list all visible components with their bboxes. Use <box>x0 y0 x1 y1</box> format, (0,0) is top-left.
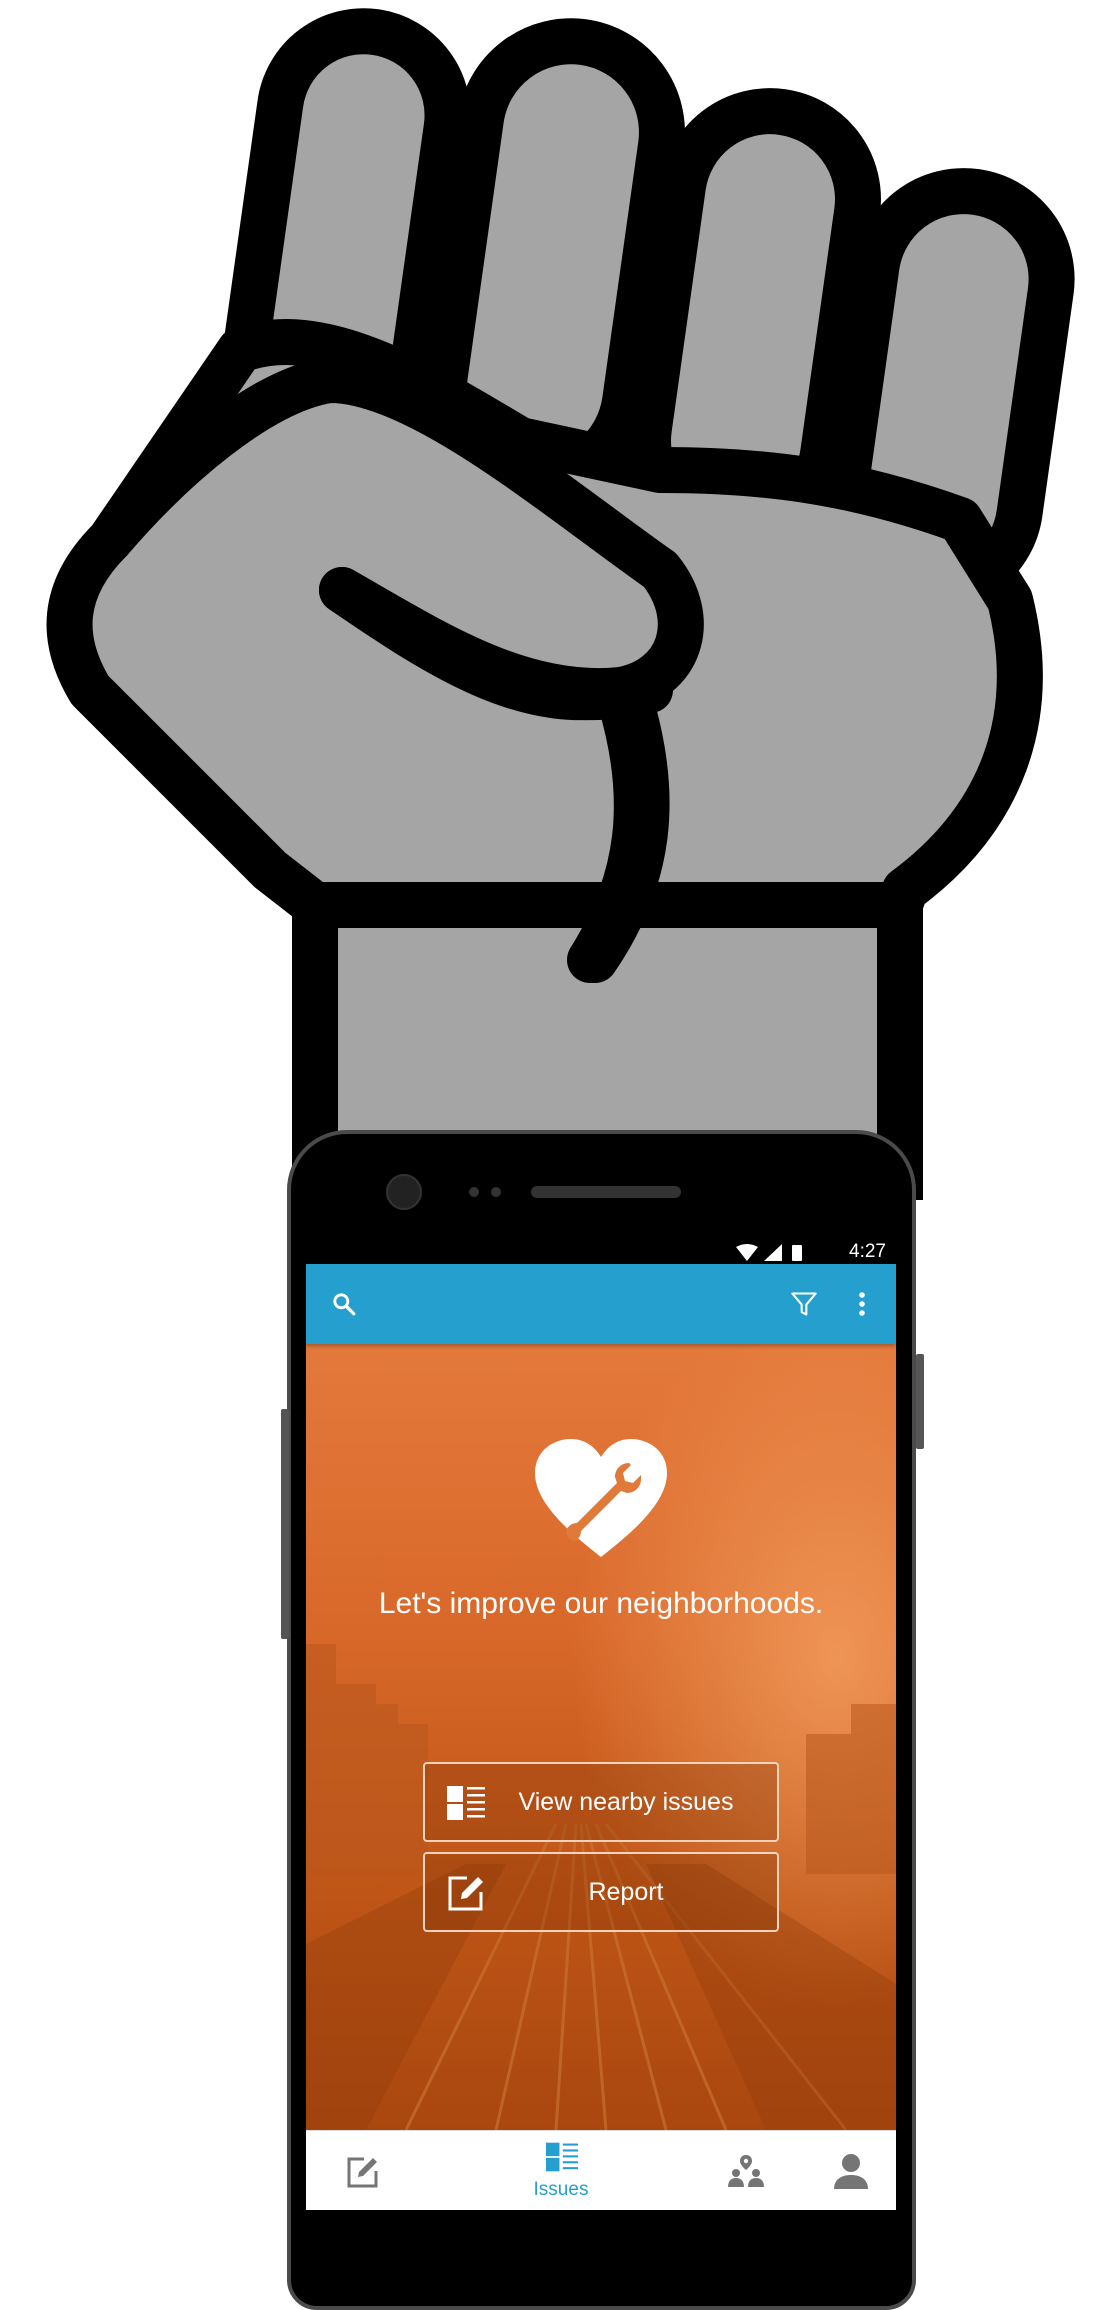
status-time: 4:27 <box>849 1241 886 1262</box>
edit-icon <box>347 2157 378 2188</box>
phone-sensor <box>491 1187 501 1197</box>
phone-sensor <box>469 1187 479 1197</box>
nav-issues-tab[interactable]: Issues <box>486 2131 636 2210</box>
view-nearby-issues-button[interactable]: View nearby issues <box>423 1762 779 1842</box>
phone-volume-button <box>281 1409 289 1639</box>
nav-profile-tab[interactable] <box>806 2131 896 2210</box>
view-nearby-issues-label: View nearby issues <box>518 1788 734 1816</box>
report-button[interactable]: Report <box>423 1852 779 1932</box>
people-location-icon <box>728 2155 764 2187</box>
hero-section: Let's improve our neighborhoods. View ne… <box>306 1344 896 2130</box>
person-icon <box>834 2154 868 2189</box>
raised-fist-illustration <box>46 8 1075 1200</box>
nav-community-tab[interactable] <box>696 2131 796 2210</box>
search-icon <box>333 1293 356 1316</box>
wifi-icon <box>736 1244 758 1261</box>
signal-icon <box>764 1244 782 1261</box>
app-bar <box>306 1264 896 1344</box>
app-screen: 4:27 Let's improve our neighborhoods. Vi… <box>306 1240 896 2210</box>
phone-speaker <box>531 1186 681 1198</box>
search-button[interactable] <box>326 1286 362 1322</box>
list-icon <box>546 2142 578 2172</box>
phone-chin <box>306 2210 896 2290</box>
status-icons <box>736 1244 802 1261</box>
battery-icon <box>792 1245 802 1261</box>
filter-button[interactable] <box>786 1286 822 1322</box>
filter-icon <box>791 1292 817 1316</box>
more-vert-icon <box>859 1292 865 1316</box>
nav-report-tab[interactable] <box>306 2131 424 2210</box>
front-camera <box>386 1174 422 1210</box>
edit-icon <box>448 1876 483 1911</box>
nav-issues-label: Issues <box>533 2179 589 2200</box>
status-bar: 4:27 <box>306 1240 896 1264</box>
more-options-button[interactable] <box>844 1286 880 1322</box>
bottom-navigation: Issues <box>306 2130 896 2210</box>
phone-power-button <box>916 1354 924 1449</box>
tagline: Let's improve our neighborhoods. <box>378 1587 824 1620</box>
report-label: Report <box>588 1878 664 1906</box>
list-icon <box>447 1786 485 1820</box>
heart-wrench-icon <box>535 1439 667 1557</box>
